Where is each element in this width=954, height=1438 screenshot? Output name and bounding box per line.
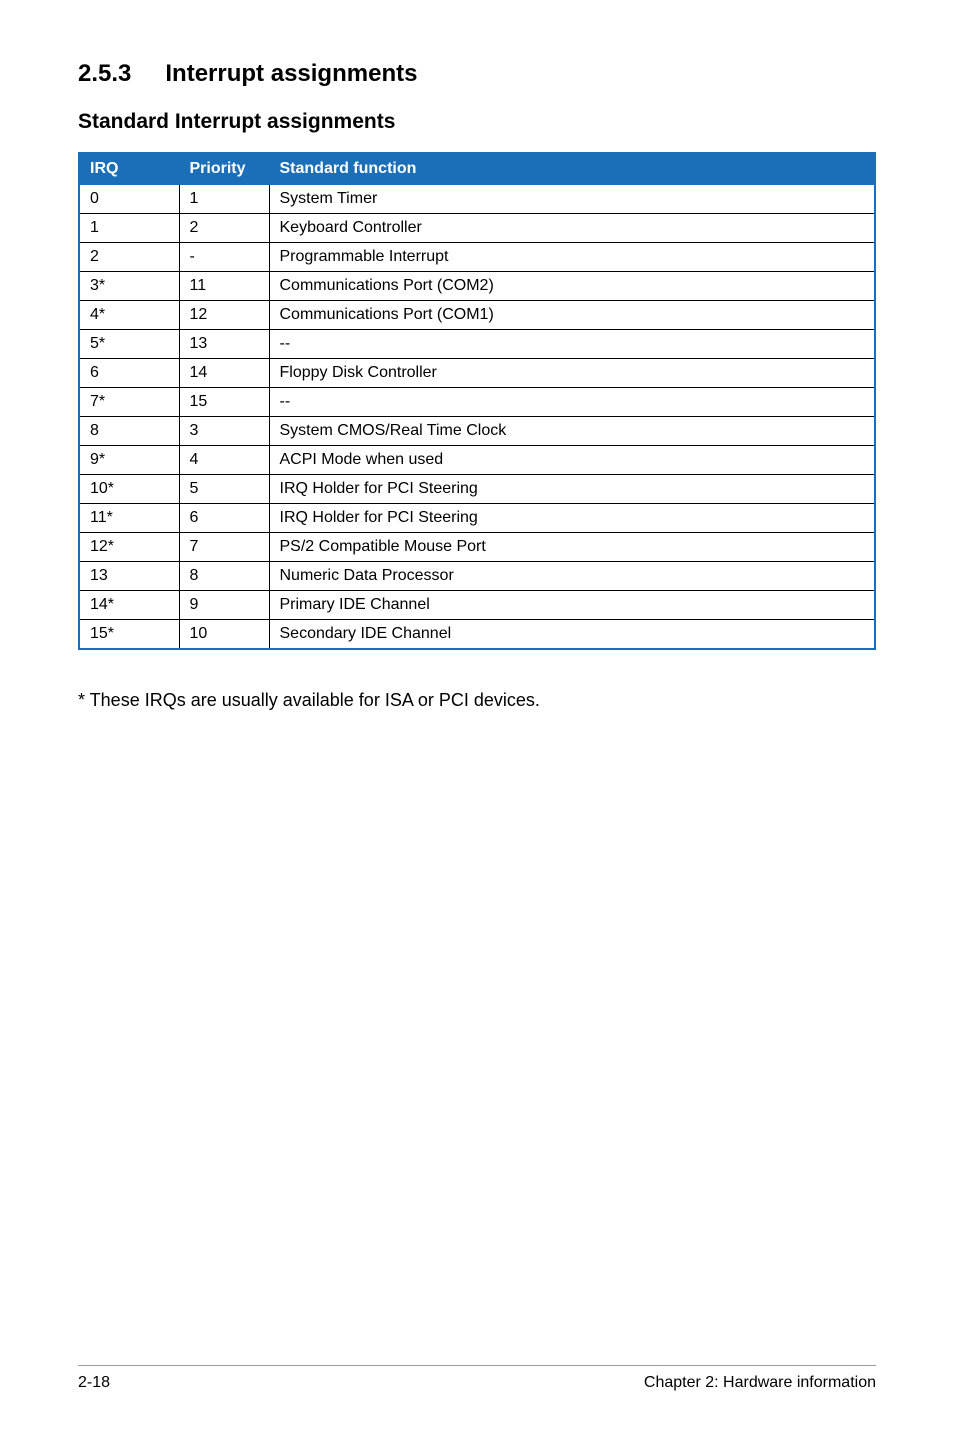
cell-priority: 10 <box>179 620 269 650</box>
cell-priority: 7 <box>179 533 269 562</box>
cell-function: Secondary IDE Channel <box>269 620 875 650</box>
footnote: * These IRQs are usually available for I… <box>78 690 876 711</box>
cell-function: System Timer <box>269 185 875 214</box>
footer-page-number: 2-18 <box>78 1374 110 1392</box>
cell-function: Communications Port (COM2) <box>269 272 875 301</box>
cell-function: IRQ Holder for PCI Steering <box>269 475 875 504</box>
section-title: Interrupt assignments <box>165 60 417 87</box>
cell-irq: 5* <box>79 330 179 359</box>
cell-irq: 10* <box>79 475 179 504</box>
cell-function: Programmable Interrupt <box>269 243 875 272</box>
table-row: 11*6IRQ Holder for PCI Steering <box>79 504 875 533</box>
cell-irq: 0 <box>79 185 179 214</box>
table-header-row: IRQ Priority Standard function <box>79 153 875 185</box>
cell-irq: 14* <box>79 591 179 620</box>
cell-irq: 11* <box>79 504 179 533</box>
table-row: 138Numeric Data Processor <box>79 562 875 591</box>
cell-irq: 8 <box>79 417 179 446</box>
header-irq: IRQ <box>79 153 179 185</box>
cell-priority: - <box>179 243 269 272</box>
cell-function: -- <box>269 388 875 417</box>
table-row: 12*7PS/2 Compatible Mouse Port <box>79 533 875 562</box>
cell-irq: 9* <box>79 446 179 475</box>
cell-function: Primary IDE Channel <box>269 591 875 620</box>
table-row: 14*9Primary IDE Channel <box>79 591 875 620</box>
table-body: 01System Timer12Keyboard Controller2-Pro… <box>79 185 875 650</box>
table-row: 3*11Communications Port (COM2) <box>79 272 875 301</box>
cell-irq: 3* <box>79 272 179 301</box>
cell-priority: 4 <box>179 446 269 475</box>
cell-priority: 15 <box>179 388 269 417</box>
header-function: Standard function <box>269 153 875 185</box>
cell-priority: 5 <box>179 475 269 504</box>
cell-function: Communications Port (COM1) <box>269 301 875 330</box>
cell-function: System CMOS/Real Time Clock <box>269 417 875 446</box>
cell-priority: 1 <box>179 185 269 214</box>
cell-priority: 12 <box>179 301 269 330</box>
cell-priority: 11 <box>179 272 269 301</box>
page-footer: 2-18 Chapter 2: Hardware information <box>78 1365 876 1392</box>
cell-function: Floppy Disk Controller <box>269 359 875 388</box>
header-priority: Priority <box>179 153 269 185</box>
cell-irq: 7* <box>79 388 179 417</box>
section-number: 2.5.3 <box>78 60 131 88</box>
cell-function: Numeric Data Processor <box>269 562 875 591</box>
page-container: 2.5.3 Interrupt assignments Standard Inte… <box>0 0 954 1438</box>
section-heading: 2.5.3 Interrupt assignments <box>78 60 876 88</box>
cell-function: -- <box>269 330 875 359</box>
table-row: 7*15-- <box>79 388 875 417</box>
table-row: 10*5IRQ Holder for PCI Steering <box>79 475 875 504</box>
cell-priority: 9 <box>179 591 269 620</box>
cell-function: IRQ Holder for PCI Steering <box>269 504 875 533</box>
table-row: 15*10Secondary IDE Channel <box>79 620 875 650</box>
cell-function: Keyboard Controller <box>269 214 875 243</box>
footer-chapter: Chapter 2: Hardware information <box>644 1374 876 1392</box>
cell-priority: 14 <box>179 359 269 388</box>
cell-function: PS/2 Compatible Mouse Port <box>269 533 875 562</box>
table-row: 83System CMOS/Real Time Clock <box>79 417 875 446</box>
cell-function: ACPI Mode when used <box>269 446 875 475</box>
sub-heading: Standard Interrupt assignments <box>78 110 876 134</box>
table-row: 9*4ACPI Mode when used <box>79 446 875 475</box>
irq-table: IRQ Priority Standard function 01System … <box>78 152 876 650</box>
cell-irq: 1 <box>79 214 179 243</box>
table-row: 2-Programmable Interrupt <box>79 243 875 272</box>
cell-irq: 6 <box>79 359 179 388</box>
cell-irq: 12* <box>79 533 179 562</box>
cell-irq: 13 <box>79 562 179 591</box>
cell-irq: 2 <box>79 243 179 272</box>
table-row: 614Floppy Disk Controller <box>79 359 875 388</box>
cell-priority: 2 <box>179 214 269 243</box>
cell-irq: 4* <box>79 301 179 330</box>
table-row: 01System Timer <box>79 185 875 214</box>
table-row: 12Keyboard Controller <box>79 214 875 243</box>
cell-priority: 13 <box>179 330 269 359</box>
cell-priority: 6 <box>179 504 269 533</box>
table-row: 4*12Communications Port (COM1) <box>79 301 875 330</box>
cell-priority: 3 <box>179 417 269 446</box>
cell-irq: 15* <box>79 620 179 650</box>
cell-priority: 8 <box>179 562 269 591</box>
table-row: 5*13-- <box>79 330 875 359</box>
